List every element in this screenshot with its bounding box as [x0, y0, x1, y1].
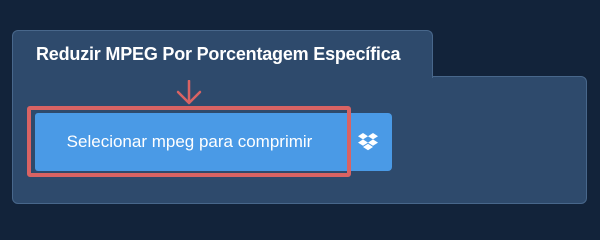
tab-title: Reduzir MPEG Por Porcentagem Específica: [36, 44, 401, 64]
dropbox-icon: [358, 133, 378, 151]
compress-mpeg-widget: Reduzir MPEG Por Porcentagem Específica …: [0, 0, 600, 230]
tab-reduce-by-percentage[interactable]: Reduzir MPEG Por Porcentagem Específica: [12, 30, 433, 78]
dropbox-upload-button[interactable]: [344, 113, 392, 171]
highlight-frame: [27, 106, 351, 177]
down-arrow-icon: [176, 80, 202, 105]
